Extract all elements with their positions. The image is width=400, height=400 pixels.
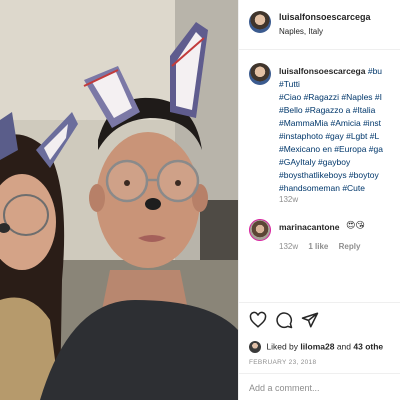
post-actions: Liked by liloma28 and 43 othe FEBRUARY 2… [239, 302, 400, 400]
comment-meta: 132w 1 like Reply [279, 242, 368, 251]
liker-username[interactable]: liloma28 [300, 341, 334, 351]
caption-hashtag-line[interactable]: #Ciao #Ragazzi #Naples #I [279, 91, 400, 104]
instagram-post: luisalfonsoescarcega Naples, Italy luisa… [0, 0, 400, 400]
caption-hashtag-line[interactable]: #boysthatlikeboys #boytoy [279, 169, 400, 182]
share-icon[interactable] [301, 311, 319, 329]
selfie-image [0, 0, 238, 400]
add-comment-input[interactable]: Add a comment... [249, 383, 320, 393]
post-header: luisalfonsoescarcega Naples, Italy [239, 0, 400, 50]
caption-username[interactable]: luisalfonsoescarcega [279, 66, 365, 76]
caption-avatar[interactable] [249, 63, 271, 85]
commenter-avatar[interactable] [249, 219, 271, 241]
commenter-username[interactable]: marinacantone [279, 222, 339, 232]
likes-joiner: and [336, 341, 352, 352]
heart-icon[interactable] [249, 311, 267, 329]
likes-summary: Liked by liloma28 and 43 othe [249, 341, 383, 353]
caption-section: luisalfonsoescarcega #bu #Tutti #Ciao #R… [239, 50, 400, 302]
comment-timestamp[interactable]: 132w [279, 242, 298, 251]
caption-hashtag-line[interactable]: #GAyItaly #gayboy [279, 156, 400, 169]
author-avatar[interactable] [249, 11, 271, 33]
comment-likes[interactable]: 1 like [308, 242, 328, 251]
caption-hashtag-line[interactable]: #MammaMia #Amicia #inst [279, 117, 400, 130]
liker-avatar[interactable] [249, 341, 261, 353]
likes-others[interactable]: 43 othe [353, 341, 383, 351]
comment-reply-button[interactable]: Reply [339, 242, 361, 251]
caption-hashtag[interactable]: #bu [368, 66, 382, 76]
author-username[interactable]: luisalfonsoescarcega [279, 12, 371, 22]
post-date[interactable]: FEBRUARY 23, 2018 [249, 359, 316, 366]
post-location[interactable]: Naples, Italy [279, 27, 323, 36]
caption-timestamp[interactable]: 132w [279, 195, 298, 204]
caption-hashtag-line[interactable]: #Mexicano en #Europa #ga [279, 143, 400, 156]
caption-text: luisalfonsoescarcega #bu #Tutti #Ciao #R… [279, 65, 400, 195]
comment-text: 😍😘 [346, 220, 365, 230]
comment-icon[interactable] [275, 311, 293, 329]
caption-hashtag-line[interactable]: #Tutti [279, 78, 400, 91]
caption-hashtag-line[interactable]: #handsomeman #Cute [279, 182, 400, 195]
caption-hashtag-line[interactable]: #instaphoto #gay #Lgbt #L [279, 130, 400, 143]
caption-hashtag-line[interactable]: #Bello #Ragazzo a #Italia [279, 104, 400, 117]
add-comment-bar[interactable]: Add a comment... [239, 373, 400, 400]
likes-prefix: Liked by [266, 341, 299, 352]
post-photo[interactable] [0, 0, 238, 400]
post-side-panel: luisalfonsoescarcega Naples, Italy luisa… [238, 0, 400, 400]
